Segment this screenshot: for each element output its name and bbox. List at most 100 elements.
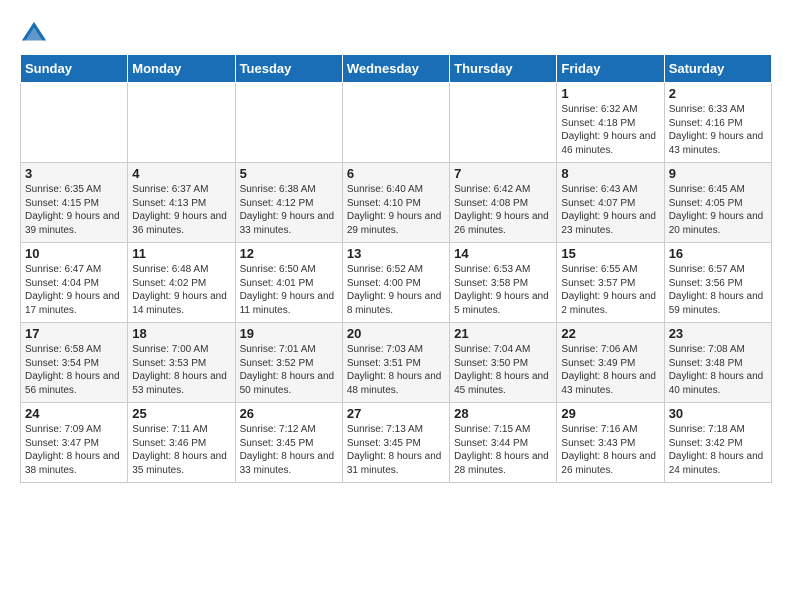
day-number: 10 (25, 246, 123, 261)
day-number: 27 (347, 406, 445, 421)
day-detail: Sunrise: 7:00 AM Sunset: 3:53 PM Dayligh… (132, 343, 230, 397)
week-row-3: 17Sunrise: 6:58 AM Sunset: 3:54 PM Dayli… (21, 323, 772, 403)
day-detail: Sunrise: 6:32 AM Sunset: 4:18 PM Dayligh… (561, 103, 659, 157)
day-detail: Sunrise: 7:13 AM Sunset: 3:45 PM Dayligh… (347, 423, 445, 477)
col-header-wednesday: Wednesday (342, 55, 449, 83)
logo-icon (20, 20, 48, 48)
day-detail: Sunrise: 7:01 AM Sunset: 3:52 PM Dayligh… (240, 343, 338, 397)
day-detail: Sunrise: 7:18 AM Sunset: 3:42 PM Dayligh… (669, 423, 767, 477)
day-detail: Sunrise: 7:09 AM Sunset: 3:47 PM Dayligh… (25, 423, 123, 477)
day-detail: Sunrise: 6:42 AM Sunset: 4:08 PM Dayligh… (454, 183, 552, 237)
day-number: 6 (347, 166, 445, 181)
day-cell: 27 Sunrise: 7:13 AM Sunset: 3:45 PM Dayli… (342, 403, 449, 483)
day-detail: Sunrise: 6:48 AM Sunset: 4:02 PM Dayligh… (132, 263, 230, 317)
day-number: 30 (669, 406, 767, 421)
day-number: 9 (669, 166, 767, 181)
col-header-friday: Friday (557, 55, 664, 83)
day-detail: Sunrise: 6:40 AM Sunset: 4:10 PM Dayligh… (347, 183, 445, 237)
day-cell (128, 83, 235, 163)
week-row-2: 10 Sunrise: 6:47 AM Sunset: 4:04 PM Dayli… (21, 243, 772, 323)
day-detail: Sunrise: 6:33 AM Sunset: 4:16 PM Dayligh… (669, 103, 767, 157)
day-cell: 5 Sunrise: 6:38 AM Sunset: 4:12 PM Daylig… (235, 163, 342, 243)
day-cell (21, 83, 128, 163)
day-cell: 15 Sunrise: 6:55 AM Sunset: 3:57 PM Dayli… (557, 243, 664, 323)
day-number: 3 (25, 166, 123, 181)
day-cell (342, 83, 449, 163)
day-cell: 11 Sunrise: 6:48 AM Sunset: 4:02 PM Dayli… (128, 243, 235, 323)
calendar: SundayMondayTuesdayWednesdayThursdayFrid… (20, 54, 772, 483)
day-number: 1 (561, 86, 659, 101)
day-detail: Sunrise: 7:15 AM Sunset: 3:44 PM Dayligh… (454, 423, 552, 477)
day-number: 18 (132, 326, 230, 341)
day-cell (450, 83, 557, 163)
day-cell: 18 Sunrise: 7:00 AM Sunset: 3:53 PM Dayli… (128, 323, 235, 403)
day-detail: Sunrise: 6:47 AM Sunset: 4:04 PM Dayligh… (25, 263, 123, 317)
day-detail: Sunrise: 6:38 AM Sunset: 4:12 PM Dayligh… (240, 183, 338, 237)
day-number: 2 (669, 86, 767, 101)
day-cell: 8 Sunrise: 6:43 AM Sunset: 4:07 PM Daylig… (557, 163, 664, 243)
day-number: 4 (132, 166, 230, 181)
day-cell: 28 Sunrise: 7:15 AM Sunset: 3:44 PM Dayli… (450, 403, 557, 483)
day-detail: Sunrise: 7:16 AM Sunset: 3:43 PM Dayligh… (561, 423, 659, 477)
day-number: 8 (561, 166, 659, 181)
day-detail: Sunrise: 6:37 AM Sunset: 4:13 PM Dayligh… (132, 183, 230, 237)
day-cell: 13 Sunrise: 6:52 AM Sunset: 4:00 PM Dayli… (342, 243, 449, 323)
day-detail: Sunrise: 7:08 AM Sunset: 3:48 PM Dayligh… (669, 343, 767, 397)
day-number: 24 (25, 406, 123, 421)
day-cell: 3 Sunrise: 6:35 AM Sunset: 4:15 PM Daylig… (21, 163, 128, 243)
week-row-1: 3 Sunrise: 6:35 AM Sunset: 4:15 PM Daylig… (21, 163, 772, 243)
day-cell: 10 Sunrise: 6:47 AM Sunset: 4:04 PM Dayli… (21, 243, 128, 323)
day-number: 26 (240, 406, 338, 421)
day-number: 11 (132, 246, 230, 261)
header (20, 16, 772, 48)
week-row-4: 24 Sunrise: 7:09 AM Sunset: 3:47 PM Dayli… (21, 403, 772, 483)
day-cell: 23Sunrise: 7:08 AM Sunset: 3:48 PM Dayli… (664, 323, 771, 403)
day-cell: 25Sunrise: 7:11 AM Sunset: 3:46 PM Dayli… (128, 403, 235, 483)
col-header-thursday: Thursday (450, 55, 557, 83)
day-number: 13 (347, 246, 445, 261)
day-cell: 30 Sunrise: 7:18 AM Sunset: 3:42 PM Dayli… (664, 403, 771, 483)
day-number: 12 (240, 246, 338, 261)
day-cell: 17Sunrise: 6:58 AM Sunset: 3:54 PM Dayli… (21, 323, 128, 403)
day-cell: 19 Sunrise: 7:01 AM Sunset: 3:52 PM Dayli… (235, 323, 342, 403)
page: SundayMondayTuesdayWednesdayThursdayFrid… (0, 0, 792, 493)
col-header-monday: Monday (128, 55, 235, 83)
day-number: 22 (561, 326, 659, 341)
day-detail: Sunrise: 7:03 AM Sunset: 3:51 PM Dayligh… (347, 343, 445, 397)
day-number: 17 (25, 326, 123, 341)
day-detail: Sunrise: 6:55 AM Sunset: 3:57 PM Dayligh… (561, 263, 659, 317)
day-detail: Sunrise: 6:35 AM Sunset: 4:15 PM Dayligh… (25, 183, 123, 237)
day-number: 28 (454, 406, 552, 421)
day-cell: 24 Sunrise: 7:09 AM Sunset: 3:47 PM Dayli… (21, 403, 128, 483)
day-detail: Sunrise: 7:11 AM Sunset: 3:46 PM Dayligh… (132, 423, 230, 477)
day-detail: Sunrise: 6:50 AM Sunset: 4:01 PM Dayligh… (240, 263, 338, 317)
day-detail: Sunrise: 7:04 AM Sunset: 3:50 PM Dayligh… (454, 343, 552, 397)
day-number: 29 (561, 406, 659, 421)
day-detail: Sunrise: 6:43 AM Sunset: 4:07 PM Dayligh… (561, 183, 659, 237)
day-detail: Sunrise: 6:53 AM Sunset: 3:58 PM Dayligh… (454, 263, 552, 317)
header-row: SundayMondayTuesdayWednesdayThursdayFrid… (21, 55, 772, 83)
day-number: 16 (669, 246, 767, 261)
day-cell: 22 Sunrise: 7:06 AM Sunset: 3:49 PM Dayli… (557, 323, 664, 403)
day-number: 21 (454, 326, 552, 341)
week-row-0: 1 Sunrise: 6:32 AM Sunset: 4:18 PM Daylig… (21, 83, 772, 163)
day-cell: 4 Sunrise: 6:37 AM Sunset: 4:13 PM Daylig… (128, 163, 235, 243)
day-cell: 29 Sunrise: 7:16 AM Sunset: 3:43 PM Dayli… (557, 403, 664, 483)
day-cell: 26Sunrise: 7:12 AM Sunset: 3:45 PM Dayli… (235, 403, 342, 483)
day-cell: 2 Sunrise: 6:33 AM Sunset: 4:16 PM Daylig… (664, 83, 771, 163)
day-cell: 20 Sunrise: 7:03 AM Sunset: 3:51 PM Dayli… (342, 323, 449, 403)
col-header-sunday: Sunday (21, 55, 128, 83)
day-number: 7 (454, 166, 552, 181)
day-cell (235, 83, 342, 163)
day-number: 5 (240, 166, 338, 181)
day-number: 19 (240, 326, 338, 341)
day-cell: 1 Sunrise: 6:32 AM Sunset: 4:18 PM Daylig… (557, 83, 664, 163)
day-number: 15 (561, 246, 659, 261)
day-detail: Sunrise: 6:45 AM Sunset: 4:05 PM Dayligh… (669, 183, 767, 237)
day-cell: 7 Sunrise: 6:42 AM Sunset: 4:08 PM Daylig… (450, 163, 557, 243)
day-number: 20 (347, 326, 445, 341)
day-detail: Sunrise: 7:06 AM Sunset: 3:49 PM Dayligh… (561, 343, 659, 397)
day-detail: Sunrise: 6:52 AM Sunset: 4:00 PM Dayligh… (347, 263, 445, 317)
logo (20, 20, 50, 48)
day-cell: 9 Sunrise: 6:45 AM Sunset: 4:05 PM Daylig… (664, 163, 771, 243)
